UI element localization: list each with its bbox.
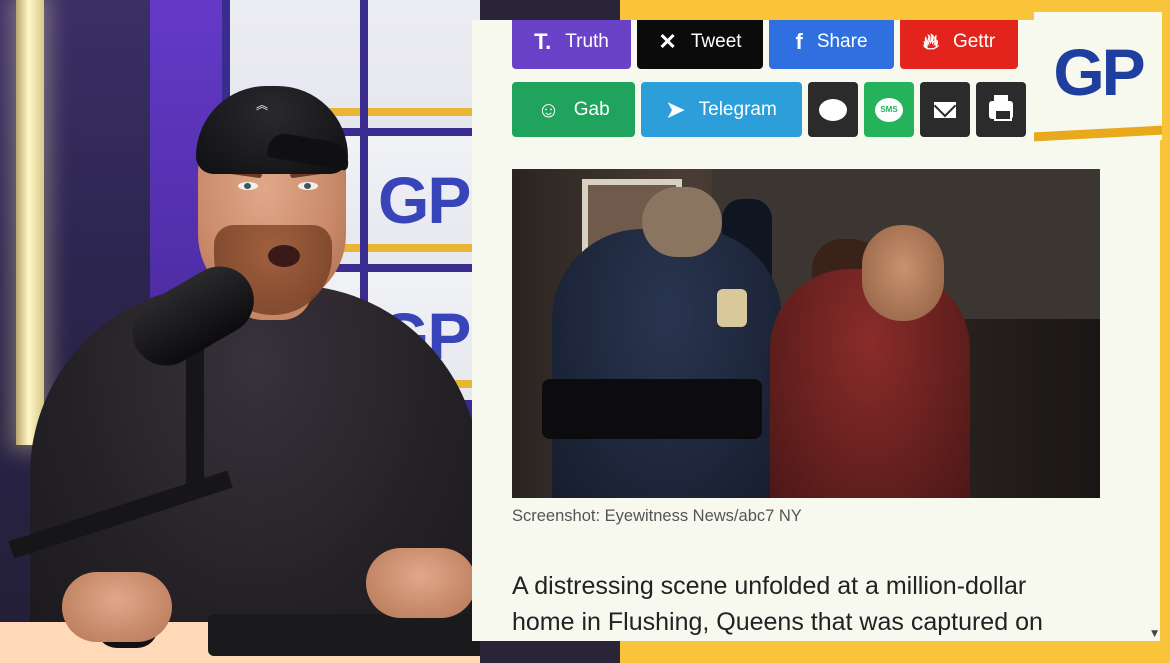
cap-logo-icon: ︽ bbox=[256, 98, 269, 112]
neon-light bbox=[16, 0, 44, 445]
video-feed: GP GP GP GP GP GP ︽ bbox=[0, 0, 480, 663]
logo-stripe bbox=[1034, 125, 1162, 142]
host-eye bbox=[238, 182, 258, 190]
host-hand-left bbox=[62, 572, 172, 642]
share-facebook-button[interactable]: f Share bbox=[769, 20, 894, 69]
comment-icon bbox=[819, 98, 847, 121]
comment-button[interactable] bbox=[808, 82, 858, 137]
print-button[interactable] bbox=[976, 82, 1026, 137]
share-telegram-button[interactable]: ➤ Telegram bbox=[641, 82, 802, 137]
share-gettr-button[interactable]: 🔥︎ Gettr bbox=[900, 20, 1018, 69]
mic-stand bbox=[186, 340, 204, 490]
article-body-line: home in Flushing, Queens that was captur… bbox=[512, 608, 1043, 636]
share-bar-bottom: ☺ Gab ➤ Telegram SMS bbox=[512, 82, 1026, 137]
gab-frog-icon: ☺ bbox=[537, 96, 560, 122]
scroll-down-arrow-icon[interactable]: ▼ bbox=[1151, 629, 1158, 639]
sms-icon: SMS bbox=[875, 97, 903, 122]
keyboard bbox=[208, 614, 480, 656]
host-hand-right bbox=[366, 548, 476, 618]
telegram-icon: ➤ bbox=[666, 96, 685, 122]
print-icon bbox=[989, 94, 1013, 121]
article-body: A distressing scene unfolded at a millio… bbox=[512, 568, 1112, 640]
share-sms-button[interactable]: SMS bbox=[864, 82, 914, 137]
host-eye bbox=[298, 182, 318, 190]
email-icon bbox=[934, 101, 956, 118]
logo-tile: GP bbox=[368, 0, 480, 128]
channel-logo: GP bbox=[1034, 12, 1162, 142]
x-icon: ✕ bbox=[658, 28, 677, 54]
share-gab-button[interactable]: ☺ Gab bbox=[512, 82, 635, 137]
share-truth-button[interactable]: T. Truth bbox=[512, 20, 631, 69]
logo-tile: GP bbox=[368, 136, 480, 264]
image-caption: Screenshot: Eyewitness News/abc7 NY bbox=[512, 507, 802, 525]
host-mouth bbox=[268, 245, 300, 267]
share-tweet-button[interactable]: ✕ Tweet bbox=[637, 20, 763, 69]
share-bar-top: T. Truth ✕ Tweet f Share 🔥︎ Gettr bbox=[512, 20, 1018, 69]
facebook-icon: f bbox=[795, 28, 803, 54]
share-email-button[interactable] bbox=[920, 82, 970, 137]
gettr-icon: 🔥︎ bbox=[922, 28, 939, 54]
article-image bbox=[512, 169, 1100, 498]
truth-social-icon: T. bbox=[534, 28, 552, 54]
article-body-line: A distressing scene unfolded at a millio… bbox=[512, 572, 1027, 600]
